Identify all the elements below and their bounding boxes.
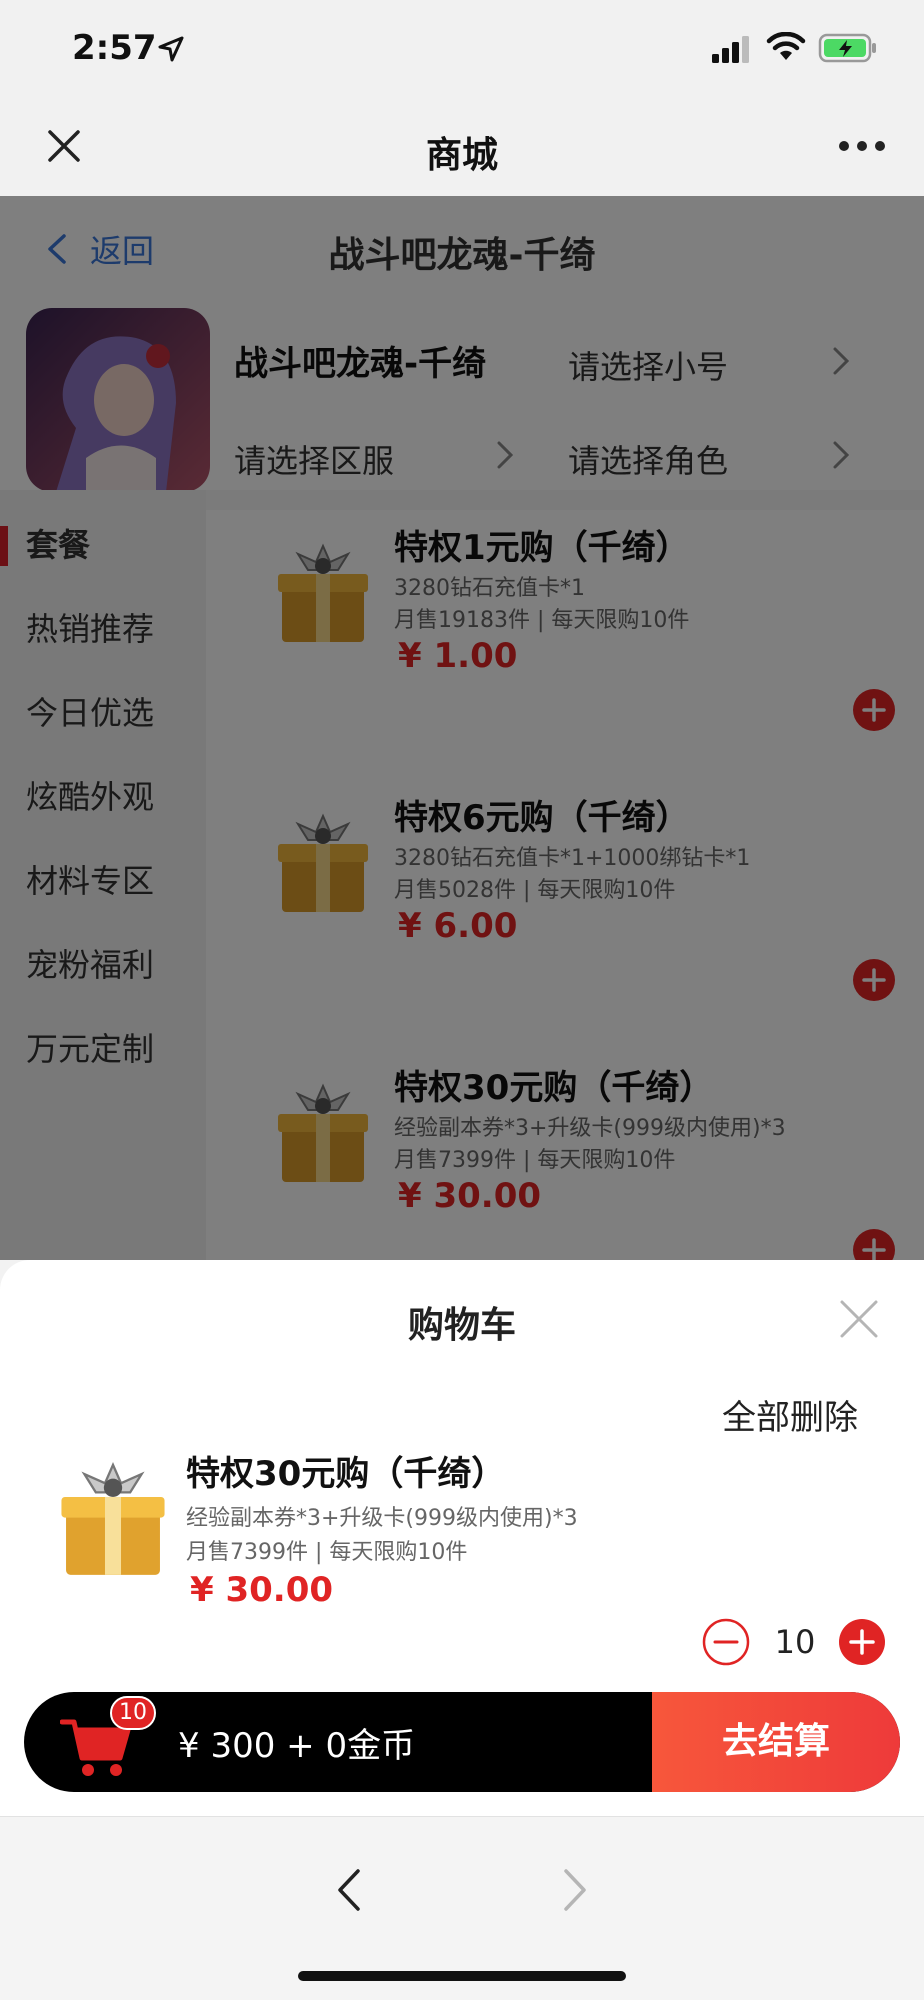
checkout-button[interactable]: 去结算 [652, 1692, 900, 1792]
app-navbar: 商城 [0, 100, 924, 196]
cart-item-sales: 月售7399件 | 每天限购10件 [186, 1540, 468, 1565]
cart-item-price: ¥ 30.00 [190, 1570, 334, 1610]
more-icon[interactable] [838, 140, 886, 152]
location-arrow-icon [158, 36, 184, 62]
cart-item-name: 特权30元购（千绮） [186, 1454, 506, 1494]
cart-item-desc: 经验副本券*3+升级卡(999级内使用)*3 [186, 1506, 578, 1531]
navbar-title: 商城 [425, 135, 498, 176]
cart-sheet: 购物车 全部删除 特权30元购（千绮） 经验副本券*3+升级卡(999级内使用)… [0, 1260, 924, 1816]
chevron-left-icon[interactable] [334, 1867, 364, 1913]
status-bar: 2:57 [0, 0, 924, 100]
home-indicator [298, 1971, 626, 1981]
cart-total: ¥ 300 + 0金币 [178, 1726, 416, 1766]
dim-overlay[interactable] [0, 196, 924, 1260]
browser-toolbar [0, 1816, 924, 2000]
add-icon[interactable] [838, 1618, 886, 1666]
quantity-value: 10 [774, 1623, 816, 1661]
minus-icon[interactable] [702, 1618, 750, 1666]
gift-box-icon [61, 1462, 165, 1575]
close-icon[interactable] [838, 1298, 880, 1340]
status-time: 2:57 [72, 28, 157, 68]
signal-icon [712, 36, 749, 63]
cart-badge: 10 [110, 1696, 156, 1730]
chevron-right-icon[interactable] [560, 1867, 590, 1913]
battery-icon [818, 33, 876, 63]
wifi-icon [766, 32, 806, 60]
checkout-bar: 10 ¥ 300 + 0金币 去结算 [24, 1692, 900, 1792]
cart-title: 购物车 [407, 1305, 516, 1346]
delete-all-button[interactable]: 全部删除 [722, 1390, 858, 1439]
